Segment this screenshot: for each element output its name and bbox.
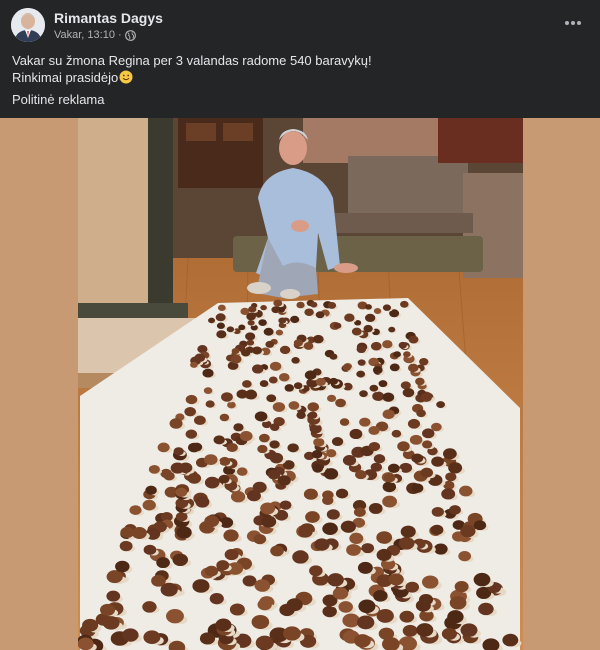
post-time[interactable]: Vakar, 13:10 [54, 29, 115, 41]
more-horizontal-icon [565, 21, 581, 25]
globe-icon [124, 29, 136, 41]
more-options-button[interactable] [560, 10, 586, 36]
meta-separator: · [117, 29, 122, 41]
post-text-line-2: Rinkimai prasidėjo [12, 69, 588, 86]
post-photo[interactable] [0, 118, 600, 650]
post-header: Rimantas Dagys Vakar, 13:10 · [0, 0, 600, 48]
photo-man-with-mushrooms [78, 118, 523, 650]
author-avatar[interactable] [11, 8, 45, 42]
post-text: Vakar su žmona Regina per 3 valandas rad… [12, 52, 588, 86]
post-text-line-1: Vakar su žmona Regina per 3 valandas rad… [12, 53, 372, 68]
post-text-line-2-text: Rinkimai prasidėjo [12, 70, 119, 85]
author-name[interactable]: Rimantas Dagys [54, 10, 163, 26]
post-meta: Vakar, 13:10 · [54, 29, 136, 41]
smiling-face-emoji-icon [119, 70, 133, 84]
political-ad-label[interactable]: Politinė reklama [12, 92, 105, 107]
